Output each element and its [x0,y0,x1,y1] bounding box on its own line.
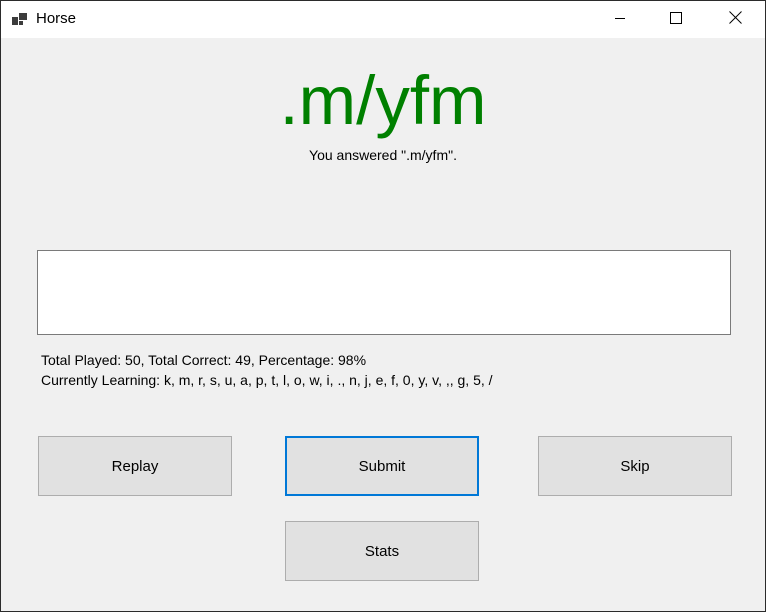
close-button[interactable] [712,1,758,38]
title-bar[interactable]: Horse [1,1,765,38]
replay-button[interactable]: Replay [38,436,232,496]
stats-summary: Total Played: 50, Total Correct: 49, Per… [41,352,367,368]
skip-button-label: Skip [620,457,650,475]
minimize-button[interactable] [597,1,643,38]
learning-list: Currently Learning: k, m, r, s, u, a, p,… [41,372,493,388]
maximize-button[interactable] [653,1,699,38]
stats-button-label: Stats [364,542,400,560]
submit-button[interactable]: Submit [285,436,479,496]
submit-button-label: Submit [358,457,406,475]
app-icon [12,12,28,26]
answered-text: You answered ".m/yfm". [309,147,457,163]
answer-input[interactable] [37,250,731,335]
app-window: Horse .m/yfm You answered ".m/yfm". Tota… [0,0,766,612]
maximize-icon [670,11,682,29]
answer-display: .m/yfm [279,62,487,139]
close-icon [728,10,742,29]
stats-button[interactable]: Stats [285,521,479,581]
minimize-icon [614,11,626,29]
replay-button-label: Replay [111,457,159,475]
window-title: Horse [36,10,77,27]
skip-button[interactable]: Skip [538,436,732,496]
